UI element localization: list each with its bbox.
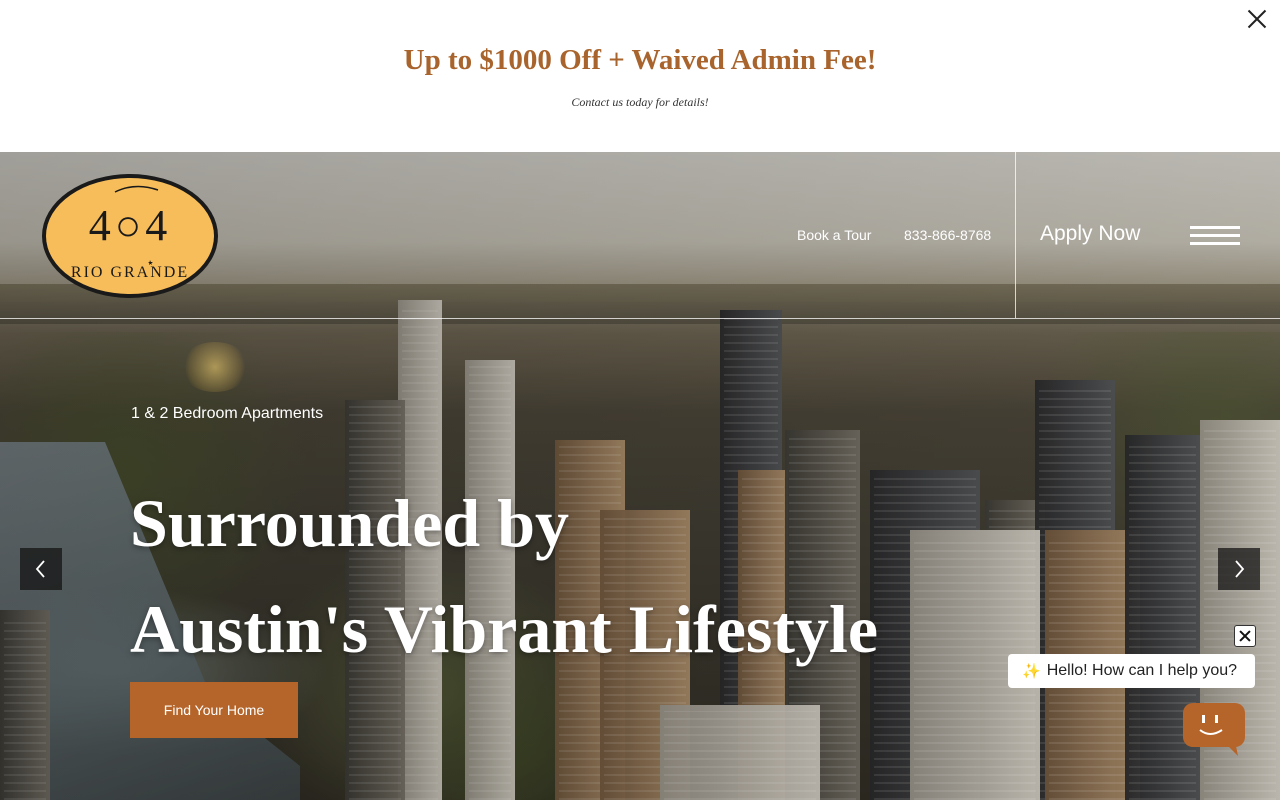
hero-headline-line2: Austin's Vibrant Lifestyle xyxy=(130,591,879,667)
promo-title: Up to $1000 Off + Waived Admin Fee! xyxy=(403,44,877,76)
site-header: 4○4 RIO GRANDE Book a Tour 833-866-8768 … xyxy=(0,152,1280,319)
find-your-home-button[interactable]: Find Your Home xyxy=(130,682,298,738)
logo[interactable]: 4○4 RIO GRANDE xyxy=(40,172,220,300)
phone-link[interactable]: 833-866-8768 xyxy=(904,227,991,243)
hero-headline-line1: Surrounded by xyxy=(130,485,570,561)
chevron-right-icon xyxy=(1235,560,1245,578)
slider-prev-button[interactable] xyxy=(20,548,62,590)
logo-name: RIO GRANDE xyxy=(70,264,190,281)
slider-next-button[interactable] xyxy=(1218,548,1260,590)
header-divider xyxy=(1015,152,1016,318)
promo-subtitle: Contact us today for details! xyxy=(571,95,709,109)
logo-number: 4○4 xyxy=(88,201,172,250)
book-tour-link[interactable]: Book a Tour xyxy=(797,227,871,243)
chat-greeting-bubble[interactable]: ✨ Hello! How can I help you? xyxy=(1008,654,1255,688)
apply-now-link[interactable]: Apply Now xyxy=(1040,222,1140,246)
chevron-left-icon xyxy=(35,560,45,578)
chat-close-icon[interactable] xyxy=(1234,625,1256,647)
sparkle-icon: ✨ xyxy=(1022,663,1041,680)
menu-icon[interactable] xyxy=(1190,226,1240,246)
promo-banner: Up to $1000 Off + Waived Admin Fee! Cont… xyxy=(0,0,1280,152)
chat-greeting-text: Hello! How can I help you? xyxy=(1046,662,1238,679)
close-icon[interactable] xyxy=(1244,6,1270,32)
chatbot-icon[interactable] xyxy=(1182,702,1246,758)
hero-headline: Surrounded by Austin's Vibrant Lifestyle xyxy=(130,470,878,682)
hero-kicker: 1 & 2 Bedroom Apartments xyxy=(131,405,324,422)
